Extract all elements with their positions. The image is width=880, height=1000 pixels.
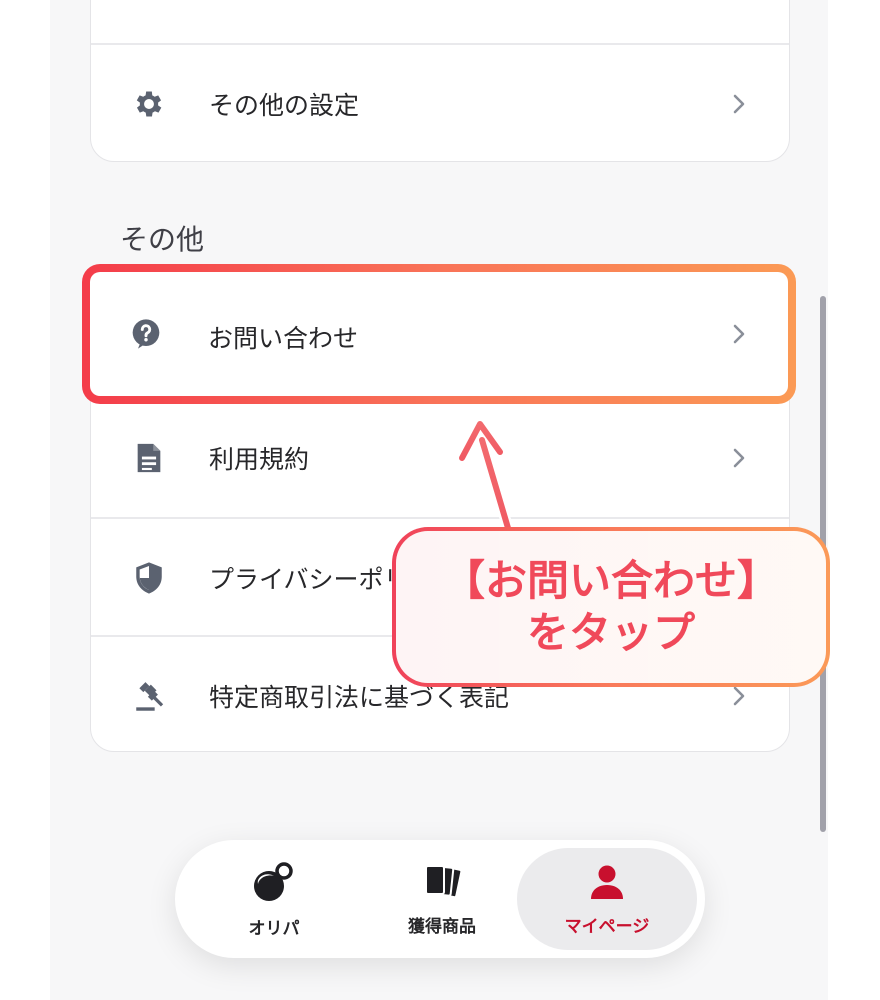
chevron-right-icon (727, 446, 751, 470)
cards-icon (419, 862, 465, 906)
shield-icon (131, 560, 167, 596)
app-screen: その他の設定 その他 お問い合わせ 利用規約 (50, 0, 828, 1000)
user-icon (587, 862, 627, 906)
chevron-right-icon (727, 92, 751, 116)
menu-item-terms[interactable]: 利用規約 (91, 399, 789, 517)
callout-line-1: 【お問い合わせ】 (442, 556, 779, 605)
highlighted-menu-item-contact[interactable]: お問い合わせ (90, 272, 788, 396)
section-title: その他 (120, 223, 205, 256)
instruction-callout: 【お問い合わせ】 をタップ (392, 527, 830, 687)
gavel-icon (131, 678, 167, 714)
tab-oripa[interactable]: オリパ (189, 840, 359, 958)
tab-label: オリパ (248, 918, 300, 939)
oripa-icon (250, 860, 298, 908)
menu-item-label: その他の設定 (209, 91, 360, 120)
menu-item-label: 利用規約 (209, 445, 310, 474)
tab-acquired-items[interactable]: 獲得商品 (359, 840, 525, 958)
tab-mypage[interactable]: マイページ (517, 848, 697, 950)
callout-line-2: をタップ (526, 608, 695, 657)
document-icon (131, 440, 167, 476)
tab-label: マイページ (564, 916, 650, 937)
chevron-right-icon (730, 322, 748, 350)
tab-label: 獲得商品 (408, 916, 476, 937)
help-circle-icon (130, 318, 162, 354)
chevron-right-icon (727, 684, 751, 708)
settings-card: その他の設定 (90, 0, 790, 162)
menu-item-other-settings[interactable]: その他の設定 (91, 45, 789, 163)
bottom-tab-bar: オリパ 獲得商品 マイページ (175, 840, 705, 958)
menu-item-label: お問い合わせ (208, 324, 359, 353)
gear-icon (131, 86, 167, 122)
